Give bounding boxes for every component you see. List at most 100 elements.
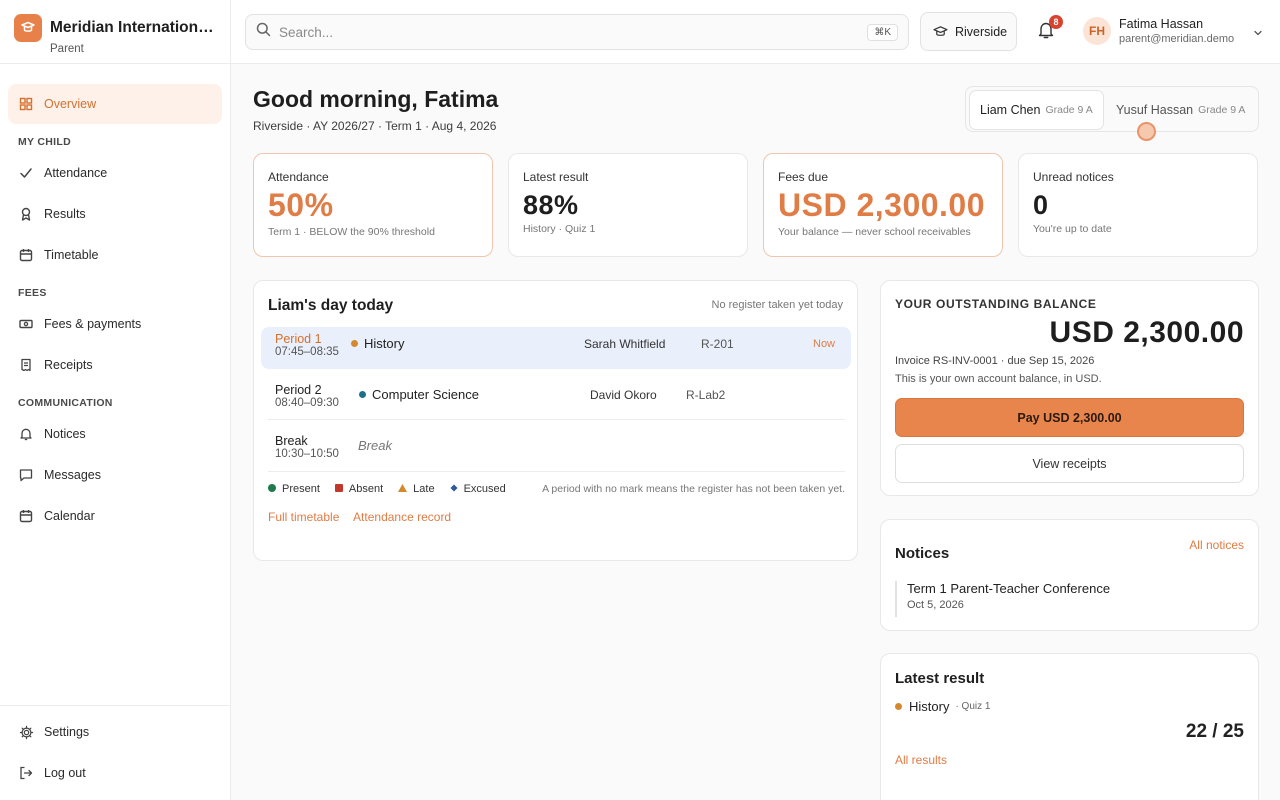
sidebar-item-label: Receipts bbox=[44, 358, 93, 372]
search-shortcut-hint: ⌘K bbox=[867, 23, 898, 41]
bell-icon bbox=[1037, 22, 1055, 44]
sidebar-item-label: Log out bbox=[44, 766, 86, 780]
stat-card-fees-due[interactable]: Fees due USD 2,300.00 Your balance — nev… bbox=[763, 153, 1003, 257]
child-tab-yusuf[interactable]: Yusuf Hassan Grade 9 A bbox=[1106, 90, 1255, 130]
period-name: Break bbox=[275, 434, 308, 448]
nav-section-fees: FEES bbox=[18, 287, 47, 299]
stat-label: Fees due bbox=[778, 170, 829, 184]
user-menu[interactable]: FH Fatima Hassan parent@meridian.demo bbox=[1083, 17, 1263, 45]
brand: Meridian International School Parent bbox=[0, 0, 230, 64]
sidebar-item-label: Settings bbox=[44, 725, 90, 739]
period-time: 10:30–10:50 bbox=[275, 448, 339, 460]
period-time: 08:40–09:30 bbox=[275, 397, 339, 409]
sidebar-item-notices[interactable]: Notices bbox=[8, 414, 222, 454]
subject-color-dot bbox=[351, 340, 358, 347]
logout-icon bbox=[18, 765, 34, 781]
notices-card: Notices All notices Term 1 Parent-Teache… bbox=[880, 519, 1259, 631]
period-room: R-201 bbox=[701, 337, 734, 351]
latest-result-card: Latest result History · Quiz 1 22 / 25 A… bbox=[880, 653, 1259, 800]
period-subject: Computer Science bbox=[372, 387, 479, 402]
sidebar-item-settings[interactable]: Settings bbox=[8, 712, 222, 752]
sidebar-item-label: Results bbox=[44, 207, 86, 221]
graduation-cap-icon bbox=[933, 25, 948, 38]
late-triangle-icon bbox=[398, 483, 408, 495]
sidebar-item-timetable[interactable]: Timetable bbox=[8, 235, 222, 275]
period-subject: Break bbox=[358, 438, 392, 453]
sidebar-item-label: Messages bbox=[44, 468, 101, 482]
check-icon bbox=[18, 165, 34, 181]
stat-value: 88% bbox=[523, 190, 579, 220]
sidebar-item-fees-payments[interactable]: Fees & payments bbox=[8, 304, 222, 344]
sidebar-item-results[interactable]: Results bbox=[8, 194, 222, 234]
child-switcher: Liam Chen Grade 9 A Yusuf Hassan Grade 9… bbox=[965, 86, 1259, 132]
sidebar-item-messages[interactable]: Messages bbox=[8, 455, 222, 495]
full-timetable-link[interactable]: Full timetable bbox=[268, 510, 339, 524]
bell-icon bbox=[18, 426, 34, 442]
period-subject: History bbox=[364, 336, 405, 351]
search-icon bbox=[256, 22, 271, 42]
receipt-icon bbox=[18, 357, 34, 373]
result-row[interactable]: History · Quiz 1 bbox=[895, 699, 990, 714]
calendar-icon bbox=[18, 508, 34, 524]
sidebar-footer: Settings Log out bbox=[0, 705, 230, 800]
balance-card: YOUR OUTSTANDING BALANCE USD 2,300.00 In… bbox=[880, 280, 1259, 496]
legend-present: Present bbox=[282, 483, 320, 495]
attendance-record-link[interactable]: Attendance record bbox=[353, 510, 451, 524]
card-title: Liam's day today bbox=[268, 297, 394, 314]
child-name: Yusuf Hassan bbox=[1116, 103, 1194, 117]
sidebar-item-label: Overview bbox=[44, 97, 97, 111]
notice-item[interactable]: Term 1 Parent-Teacher Conference Oct 5, … bbox=[895, 581, 1110, 617]
child-tab-liam[interactable]: Liam Chen Grade 9 A bbox=[969, 90, 1104, 130]
notice-date: Oct 5, 2026 bbox=[907, 599, 964, 611]
period-row[interactable]: Period 2 08:40–09:30 Computer Science Da… bbox=[261, 378, 851, 420]
scroll-indicator-dot[interactable] bbox=[1137, 122, 1156, 141]
balance-note: This is your own account balance, in USD… bbox=[895, 373, 1102, 385]
campus-label: Riverside bbox=[955, 24, 1008, 39]
invoice-info: Invoice RS-INV-0001 · due Sep 15, 2026 bbox=[895, 355, 1095, 367]
now-badge: Now bbox=[813, 338, 836, 350]
sidebar-item-logout[interactable]: Log out bbox=[8, 753, 222, 793]
balance-amount: USD 2,300.00 bbox=[1049, 316, 1244, 349]
user-role: Parent bbox=[50, 43, 84, 55]
period-time: 07:45–08:35 bbox=[275, 346, 339, 358]
all-results-link[interactable]: All results bbox=[895, 753, 947, 767]
period-name: Period 2 bbox=[275, 383, 322, 397]
child-name: Liam Chen bbox=[980, 103, 1041, 117]
grid-icon bbox=[18, 96, 34, 112]
sidebar-item-attendance[interactable]: Attendance bbox=[8, 153, 222, 193]
school-name: Meridian International School bbox=[50, 19, 218, 36]
view-receipts-button[interactable]: View receipts bbox=[895, 444, 1244, 483]
register-note: No register taken yet today bbox=[711, 299, 843, 311]
campus-switcher-button[interactable]: Riverside bbox=[920, 12, 1017, 51]
sidebar-item-overview[interactable]: Overview bbox=[8, 84, 222, 124]
stat-card-attendance[interactable]: Attendance 50% Term 1 · BELOW the 90% th… bbox=[253, 153, 493, 257]
school-logo-icon bbox=[14, 14, 42, 42]
search-bar[interactable]: ⌘K bbox=[245, 14, 909, 50]
result-assessment: · Quiz 1 bbox=[955, 701, 991, 712]
stat-card-unread-notices[interactable]: Unread notices 0 You're up to date bbox=[1018, 153, 1258, 257]
nav-section-communication: COMMUNICATION bbox=[18, 397, 113, 409]
all-notices-link[interactable]: All notices bbox=[1189, 538, 1244, 552]
search-input[interactable] bbox=[279, 24, 868, 40]
sidebar-item-label: Timetable bbox=[44, 248, 99, 262]
notification-count-badge: 8 bbox=[1049, 15, 1063, 29]
page-title: Good morning, Fatima bbox=[253, 86, 499, 112]
stat-value: 50% bbox=[268, 187, 334, 223]
stat-card-latest-result[interactable]: Latest result 88% History · Quiz 1 bbox=[508, 153, 748, 257]
user-email: parent@meridian.demo bbox=[1119, 33, 1235, 45]
period-row[interactable]: Break 10:30–10:50 Break bbox=[261, 429, 851, 471]
period-row[interactable]: Period 1 07:45–08:35 History Sarah Whitf… bbox=[261, 327, 851, 369]
child-grade: Grade 9 A bbox=[1198, 104, 1246, 116]
pay-button[interactable]: Pay USD 2,300.00 bbox=[895, 398, 1244, 437]
chevron-down-icon bbox=[1253, 25, 1263, 43]
notifications-button[interactable]: 8 bbox=[1037, 15, 1063, 44]
sidebar-nav: Overview MY CHILD Attendance Results Tim… bbox=[0, 64, 230, 536]
sidebar-item-calendar[interactable]: Calendar bbox=[8, 496, 222, 536]
absent-square-icon bbox=[334, 483, 343, 495]
sidebar-item-receipts[interactable]: Receipts bbox=[8, 345, 222, 385]
excused-diamond-icon bbox=[450, 483, 458, 495]
subject-color-dot bbox=[359, 391, 366, 398]
notice-title: Term 1 Parent-Teacher Conference bbox=[907, 581, 1111, 596]
stat-subtext: History · Quiz 1 bbox=[523, 223, 596, 235]
calendar-icon bbox=[18, 247, 34, 263]
